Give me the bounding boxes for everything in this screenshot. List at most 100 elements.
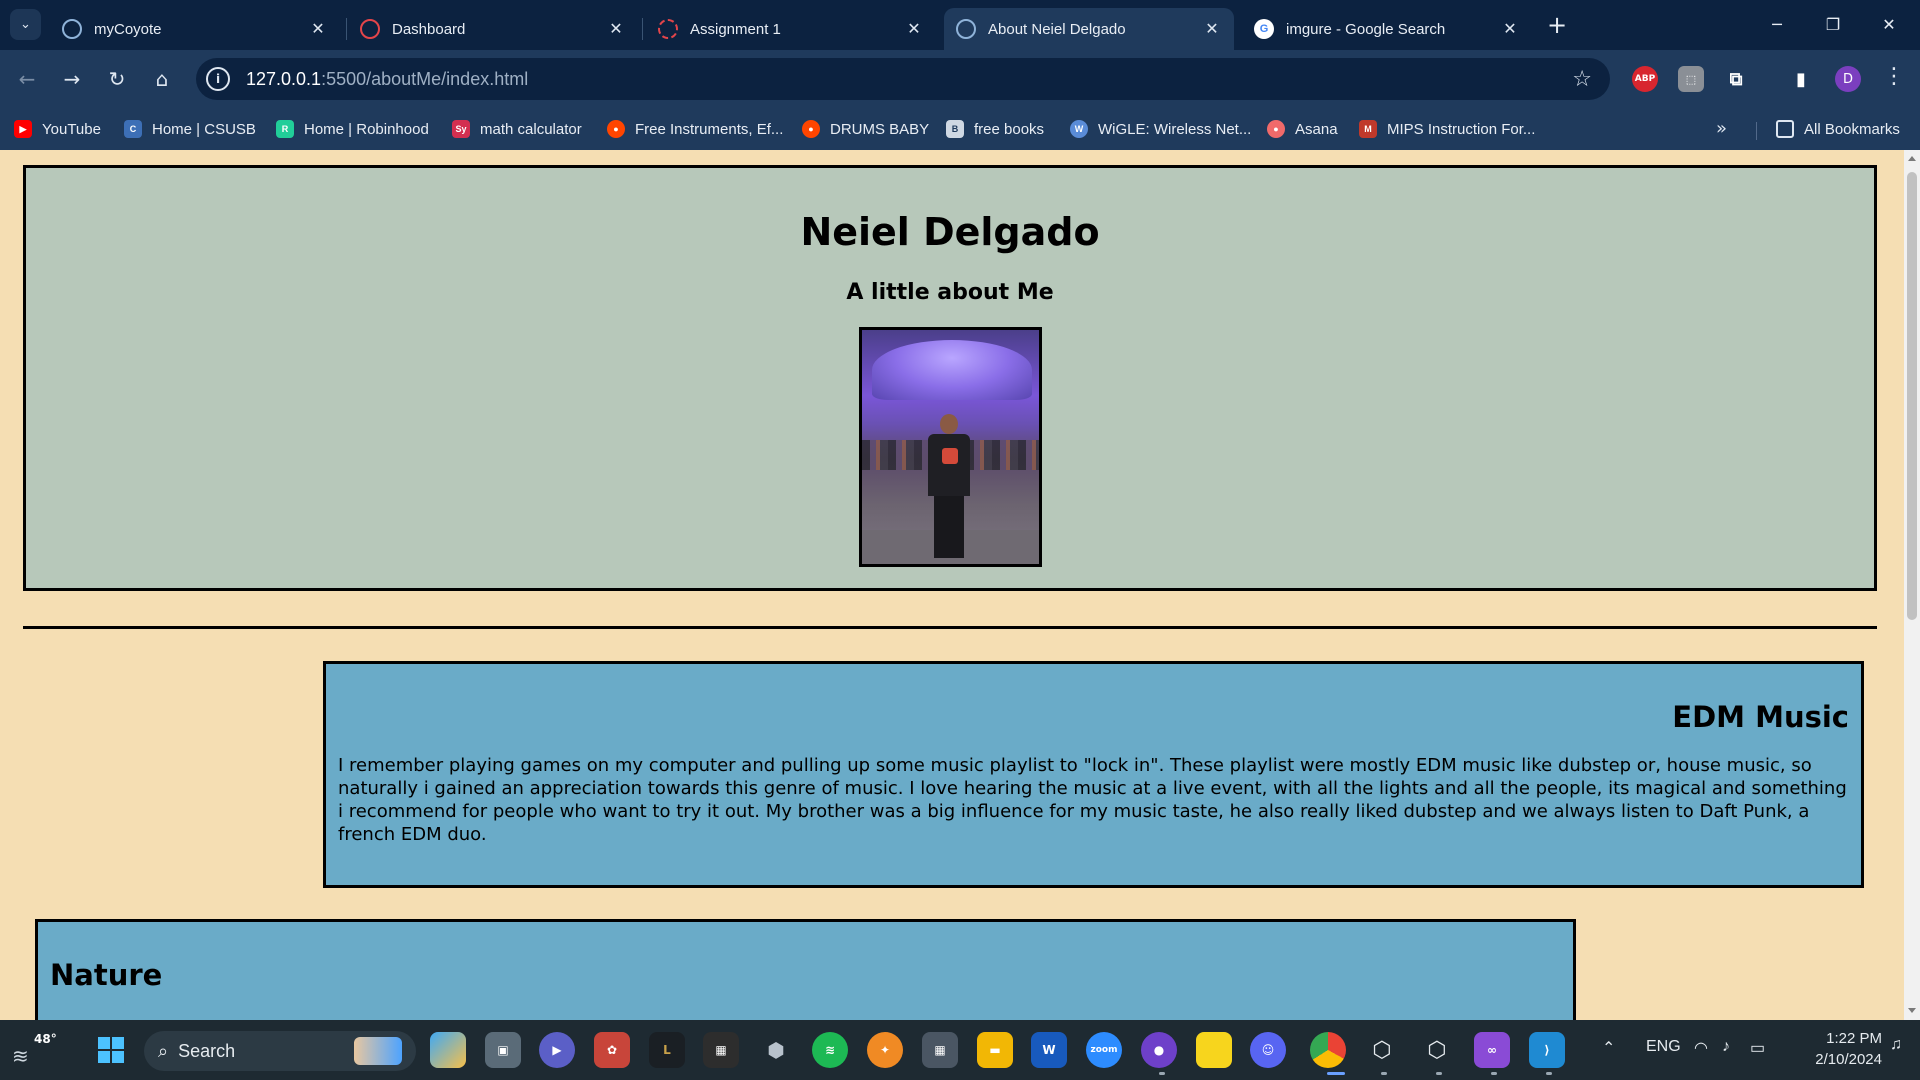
volume-icon[interactable]: ♪ (1722, 1038, 1730, 1056)
tab-title: myCoyote (94, 20, 162, 38)
scroll-up-arrow-icon[interactable] (1908, 156, 1916, 161)
bookmark-youtube[interactable]: ▶ YouTube (14, 116, 101, 142)
sticky-notes-icon[interactable] (1196, 1032, 1232, 1068)
unity-icon[interactable]: ⬡ (1419, 1032, 1455, 1068)
league-of-legends-icon[interactable]: L (649, 1032, 685, 1068)
tab-mycoyote[interactable]: myCoyote ✕ (50, 8, 340, 50)
open-app-indicator (1491, 1072, 1497, 1075)
minimize-button[interactable]: ─ (1754, 6, 1800, 42)
google-icon: G (1254, 19, 1274, 39)
zoom-icon[interactable]: zoom (1086, 1032, 1122, 1068)
show-hidden-icons-chevron-icon[interactable]: ⌃ (1602, 1038, 1615, 1058)
tab-imgure-google-search[interactable]: G imgure - Google Search ✕ (1242, 8, 1532, 50)
robinhood-icon: R (276, 120, 294, 138)
extension-icon[interactable]: ⬚ (1678, 66, 1704, 92)
close-window-button[interactable]: ✕ (1866, 6, 1912, 42)
spotify-icon[interactable]: ≋ (812, 1032, 848, 1068)
new-tab-button[interactable]: + (1544, 11, 1570, 39)
tab-dashboard[interactable]: Dashboard ✕ (348, 8, 638, 50)
bookmark-label: Asana (1295, 120, 1338, 138)
tab-search-button[interactable]: ⌄ (10, 9, 41, 40)
url-text[interactable]: 127.0.0.1:5500/aboutMe/index.html (246, 69, 528, 90)
site-info-icon[interactable]: i (206, 67, 230, 91)
page-scrollbar[interactable] (1904, 150, 1920, 1020)
back-button[interactable]: ← (12, 64, 42, 94)
app-launcher-icon[interactable]: ⬢ (758, 1032, 794, 1068)
calculator-icon[interactable]: ▦ (922, 1032, 958, 1068)
side-panel-icon[interactable]: ▮ (1788, 66, 1814, 92)
page-subtitle: A little about Me (846, 280, 1054, 305)
bookmark-label: math calculator (480, 120, 582, 138)
address-bar[interactable]: i 127.0.0.1:5500/aboutMe/index.html ☆ (196, 58, 1610, 100)
system-clock[interactable]: 1:22 PM 2/10/2024 (1790, 1028, 1882, 1070)
github-icon[interactable]: ● (1141, 1032, 1177, 1068)
bookmark-csusb[interactable]: C Home | CSUSB (124, 116, 256, 142)
visual-studio-icon[interactable]: ∞ (1474, 1032, 1510, 1068)
close-icon[interactable]: ✕ (308, 19, 328, 39)
bookmark-label: YouTube (42, 120, 101, 138)
bookmark-asana[interactable]: ● Asana (1267, 116, 1338, 142)
wifi-icon[interactable]: ◠ (1694, 1038, 1708, 1058)
open-app-indicator (1159, 1072, 1165, 1075)
tab-assignment-1[interactable]: Assignment 1 ✕ (646, 8, 936, 50)
restore-button[interactable]: ❐ (1810, 6, 1856, 42)
taskbar-search-box[interactable]: ⌕ Search (144, 1031, 416, 1071)
tab-about-neiel-delgado[interactable]: About Neiel Delgado ✕ (944, 8, 1234, 50)
bookmark-robinhood[interactable]: R Home | Robinhood (276, 116, 429, 142)
weather-widget[interactable]: ≋ 48° (10, 1030, 57, 1070)
battery-icon[interactable]: ▭ (1750, 1038, 1765, 1058)
bookmark-wigle[interactable]: W WiGLE: Wireless Net... (1070, 116, 1251, 142)
tab-separator (642, 18, 643, 40)
unity-hub-icon[interactable]: ⬡ (1364, 1032, 1400, 1068)
globe-icon (62, 19, 82, 39)
weather-wind-icon: ≋ (12, 1044, 29, 1068)
profile-avatar[interactable]: D (1835, 66, 1861, 92)
active-app-indicator (1327, 1072, 1345, 1075)
adblock-plus-icon[interactable]: ABP (1632, 66, 1658, 92)
close-icon[interactable]: ✕ (1202, 19, 1222, 39)
chrome-icon[interactable] (1310, 1032, 1346, 1068)
bookmark-label: WiGLE: Wireless Net... (1098, 120, 1252, 138)
close-icon[interactable]: ✕ (904, 19, 924, 39)
bookmark-math-calculator[interactable]: Sy math calculator (452, 116, 582, 142)
notifications-bell-icon[interactable]: ♫ (1890, 1036, 1902, 1054)
copilot-icon[interactable] (430, 1032, 466, 1068)
windows-start-icon[interactable] (93, 1032, 129, 1068)
teams-chat-icon[interactable]: ▶ (539, 1032, 575, 1068)
menu-kebab-icon[interactable]: ⋮ (1883, 64, 1905, 89)
page-title: Neiel Delgado (800, 210, 1100, 254)
photo-person-body (927, 434, 970, 496)
bookmark-free-instruments[interactable]: ● Free Instruments, Ef... (607, 116, 783, 142)
forward-button[interactable]: → (57, 64, 87, 94)
input-language-indicator[interactable]: ENG (1646, 1038, 1681, 1056)
symbolab-icon: Sy (452, 120, 470, 138)
more-bookmarks-chevron-icon[interactable]: » (1716, 118, 1727, 139)
bookmark-mips[interactable]: M MIPS Instruction For... (1359, 116, 1535, 142)
section-heading: Nature (50, 958, 163, 992)
bookmark-free-books[interactable]: B free books (946, 116, 1044, 142)
word-icon[interactable]: W (1031, 1032, 1067, 1068)
scrollbar-thumb[interactable] (1907, 172, 1917, 620)
fl-studio-icon[interactable]: ✦ (867, 1032, 903, 1068)
extensions-puzzle-icon[interactable]: ⧉ (1723, 66, 1749, 92)
popcorn-app-icon[interactable]: ✿ (594, 1032, 630, 1068)
file-explorer-icon[interactable]: ▬ (977, 1032, 1013, 1068)
canvas-icon (658, 19, 678, 39)
discord-icon[interactable]: ☺ (1250, 1032, 1286, 1068)
close-icon[interactable]: ✕ (1500, 19, 1520, 39)
all-bookmarks-label: All Bookmarks (1804, 120, 1900, 138)
bookmark-drums-baby[interactable]: ● DRUMS BABY (802, 116, 929, 142)
scroll-down-arrow-icon[interactable] (1908, 1008, 1916, 1013)
task-view-icon[interactable]: ▣ (485, 1032, 521, 1068)
minecraft-icon[interactable]: ▦ (703, 1032, 739, 1068)
profile-header: Neiel Delgado A little about Me (23, 165, 1877, 591)
vscode-icon[interactable]: ⟩ (1529, 1032, 1565, 1068)
browser-toolbar: ← → ↻ ⌂ i 127.0.0.1:5500/aboutMe/index.h… (0, 50, 1920, 108)
home-button[interactable]: ⌂ (147, 64, 177, 94)
bookmark-star-icon[interactable]: ☆ (1572, 67, 1592, 92)
close-icon[interactable]: ✕ (606, 19, 626, 39)
bookmark-label: Home | CSUSB (152, 120, 256, 138)
all-bookmarks-button[interactable]: All Bookmarks (1776, 116, 1900, 142)
reload-button[interactable]: ↻ (102, 64, 132, 94)
bookmarks-bar: ▶ YouTube C Home | CSUSB R Home | Robinh… (0, 108, 1920, 150)
